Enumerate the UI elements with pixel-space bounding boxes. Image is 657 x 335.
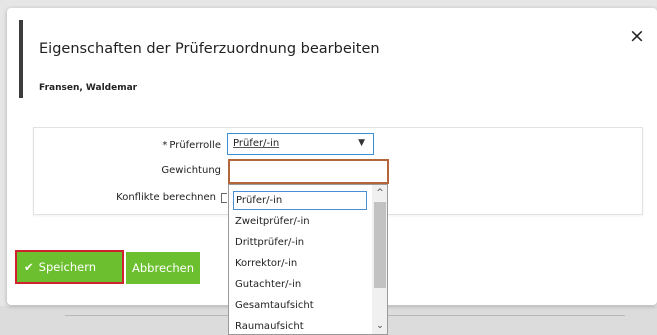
role-label-text: Prüferrolle [169,140,221,151]
dropdown-option[interactable]: Prüfer/-in [233,191,367,210]
scroll-up-icon[interactable]: ^ [372,185,387,201]
role-select[interactable]: Prüfer/-in ▼ [227,133,374,155]
header-accent-bar [19,20,23,98]
dialog-title: Eigenschaften der Prüferzuordnung bearbe… [39,41,380,57]
save-button-label: Speichern [38,260,97,274]
role-dropdown-list[interactable]: Prüfer/-in Zweitprüfer/-in Drittprüfer/-… [228,184,388,335]
conflicts-label: Konflikte berechnen [116,192,216,203]
weight-input[interactable] [228,159,389,184]
cancel-button[interactable]: Abbrechen [126,252,200,284]
dropdown-option[interactable]: Raumaufsicht [235,317,304,334]
save-button-body: ✔ Speichern [20,254,119,280]
scroll-thumb[interactable] [374,202,386,288]
dropdown-scrollbar[interactable]: ^ ⌄ [372,185,387,334]
checkmark-icon: ✔ [24,260,34,274]
role-label: * Prüferrolle [60,140,221,151]
conflicts-checkbox[interactable] [221,193,227,203]
scroll-down-icon[interactable]: ⌄ [372,318,387,334]
weight-label: Gewichtung [161,165,221,176]
close-icon[interactable]: × [627,26,647,46]
dropdown-option[interactable]: Zweitprüfer/-in [235,212,310,232]
required-marker: * [162,140,168,151]
dropdown-option[interactable]: Drittprüfer/-in [235,233,304,253]
role-select-value: Prüfer/-in [233,138,280,149]
dialog-subtitle: Fransen, Waldemar [39,83,138,93]
dropdown-option[interactable]: Korrektor/-in [235,254,297,274]
save-button[interactable]: ✔ Speichern [15,250,124,284]
dropdown-option[interactable]: Gesamtaufsicht [235,296,314,316]
dropdown-option[interactable]: Gutachter/-in [235,275,301,295]
chevron-down-icon: ▼ [358,138,365,148]
